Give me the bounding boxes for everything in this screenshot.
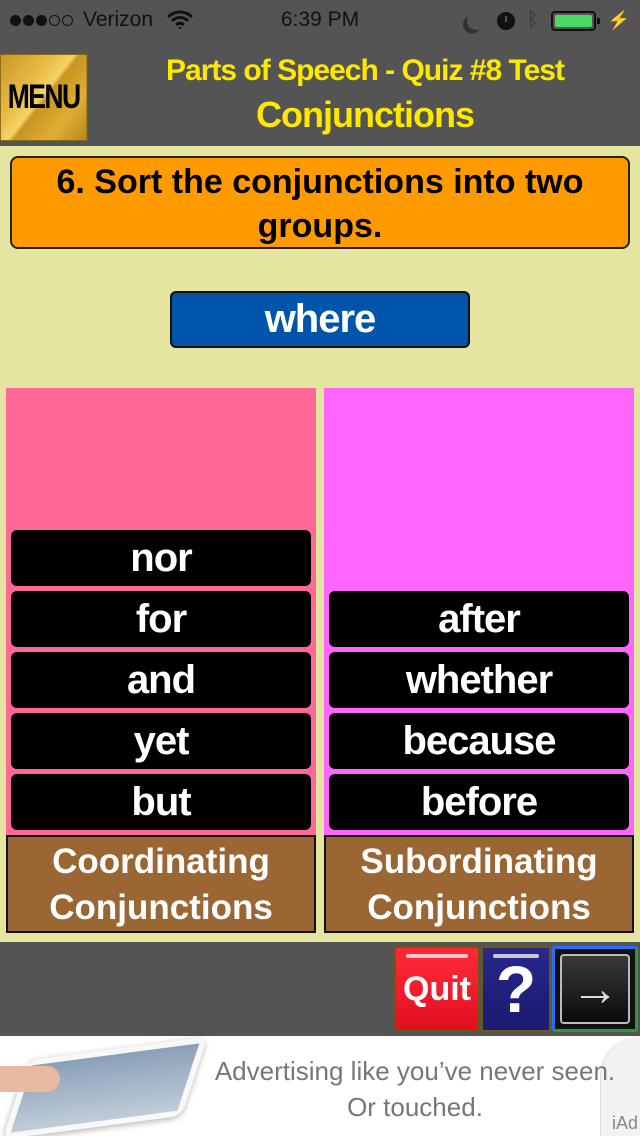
moon-icon xyxy=(464,9,487,32)
question-mark-icon: ? xyxy=(495,952,537,1026)
word-tile[interactable]: before xyxy=(329,774,629,830)
arrow-right-icon: → xyxy=(571,962,619,1016)
bluetooth-icon: ᛒ xyxy=(526,9,539,31)
category-label-coordinating: Coordinating Conjunctions xyxy=(6,835,316,933)
alarm-icon xyxy=(496,11,515,30)
quiz-area: 6. Sort the conjunctions into two groups… xyxy=(0,146,640,942)
word-tile[interactable]: but xyxy=(11,774,311,830)
word-tile[interactable]: after xyxy=(329,591,629,647)
word-tile[interactable]: yet xyxy=(11,713,311,769)
status-bar: Verizon 6:39 PM ᛒ ⚡ xyxy=(0,0,640,40)
drop-zone-coordinating[interactable]: nor for and yet but xyxy=(6,388,316,835)
help-button[interactable]: ? xyxy=(481,946,551,1032)
ad-banner[interactable]: Advertising like you’ve never seen. Or t… xyxy=(0,1036,640,1136)
bottom-toolbar: Quit ? → xyxy=(0,942,640,1036)
word-tile[interactable]: for xyxy=(11,591,311,647)
draggable-word[interactable]: where xyxy=(170,291,470,348)
ad-headline: Advertising like you’ve never seen. xyxy=(214,1056,616,1086)
next-button[interactable]: → xyxy=(552,946,638,1032)
question-prompt: 6. Sort the conjunctions into two groups… xyxy=(10,156,630,249)
ad-subline: Or touched. xyxy=(347,1092,483,1122)
menu-button[interactable]: MENU xyxy=(0,54,88,141)
quit-button[interactable]: Quit xyxy=(394,946,480,1032)
word-tile[interactable]: whether xyxy=(329,652,629,708)
charging-icon: ⚡ xyxy=(607,10,630,30)
finger-image xyxy=(0,1066,60,1092)
category-label-subordinating: Subordinating Conjunctions xyxy=(324,835,634,933)
word-tile[interactable]: because xyxy=(329,713,629,769)
iad-logo: iAd xyxy=(611,1113,638,1133)
quit-label: Quit xyxy=(403,969,471,1008)
app-header: MENU Parts of Speech - Quiz #8 Test Conj… xyxy=(0,40,640,146)
battery-icon xyxy=(550,10,600,31)
word-tile[interactable]: nor xyxy=(11,530,311,586)
quiz-title: Parts of Speech - Quiz #8 Test xyxy=(166,54,565,87)
drop-zone-subordinating[interactable]: after whether because before xyxy=(324,388,634,835)
quiz-subtitle: Conjunctions xyxy=(256,94,475,135)
word-tile[interactable]: and xyxy=(11,652,311,708)
